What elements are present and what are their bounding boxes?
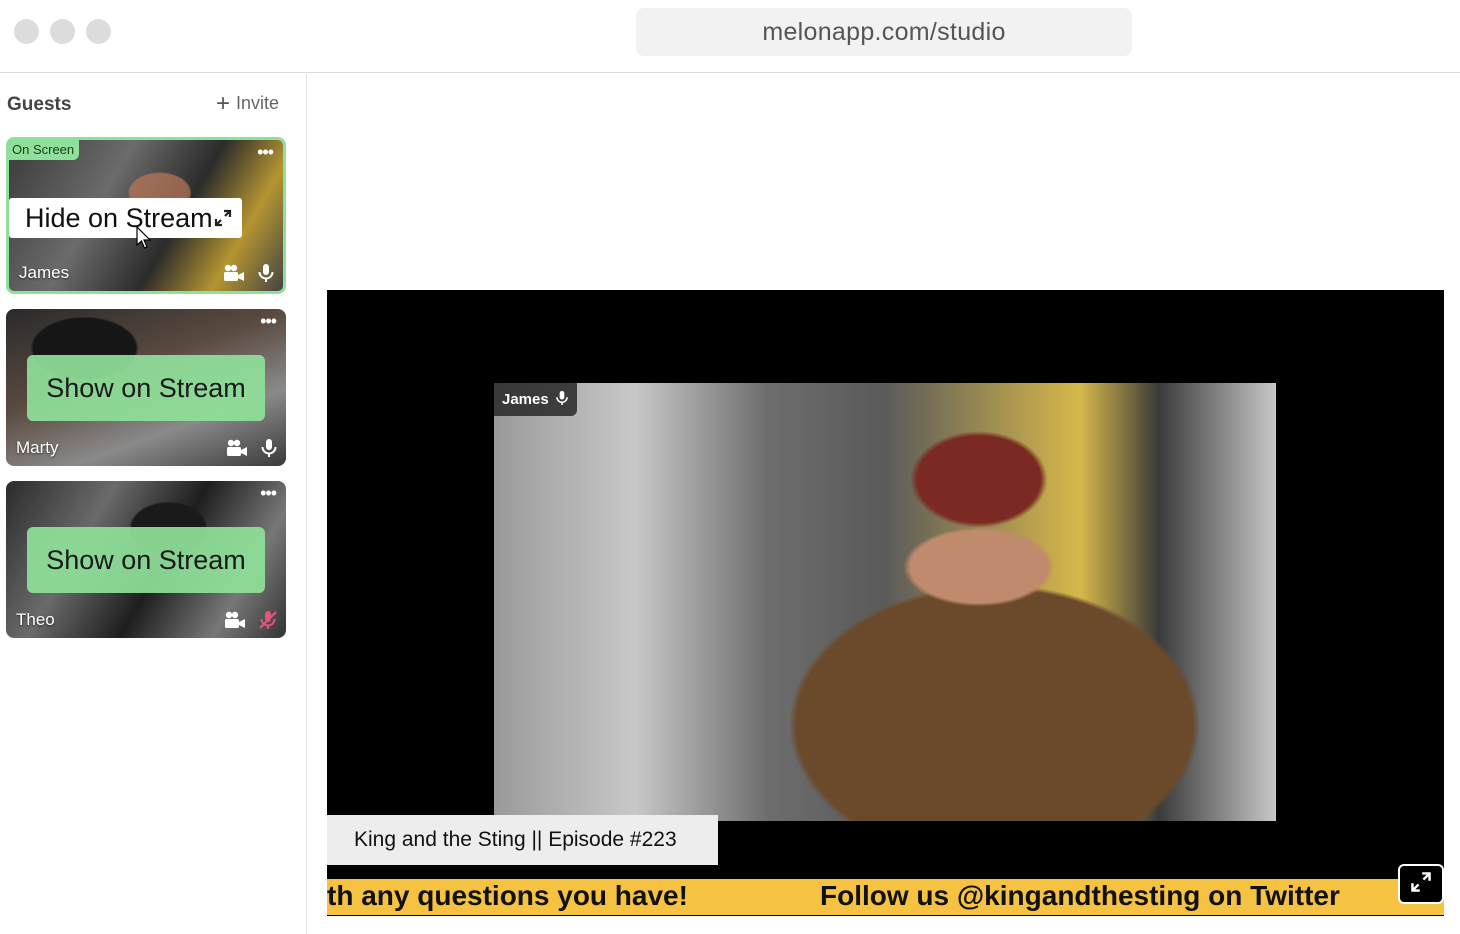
camera-icon[interactable] (226, 439, 248, 457)
invite-button[interactable]: + Invite (216, 89, 280, 117)
lower-third-banner: King and the Sting || Episode #223 (327, 815, 718, 865)
more-options-icon[interactable]: ••• (257, 143, 274, 161)
address-bar[interactable]: melonapp.com/studio (636, 8, 1132, 56)
hide-on-stream-button[interactable]: Hide on Stream (9, 198, 242, 238)
more-options-icon[interactable]: ••• (260, 484, 277, 502)
fullscreen-button[interactable] (1398, 864, 1444, 904)
guests-sidebar: Guests + Invite On Screen ••• Hide on St… (0, 74, 307, 934)
guest-name: James (19, 263, 70, 282)
guest-card-james[interactable]: On Screen ••• Hide on Stream James (6, 137, 286, 294)
plus-icon: + (216, 89, 231, 117)
ticker-bar: th any questions you have! Follow us @ki… (327, 879, 1444, 915)
microphone-muted-icon[interactable] (258, 610, 278, 630)
guest-name: Marty (16, 438, 59, 457)
guest-name: Theo (16, 610, 55, 629)
show-on-stream-button[interactable]: Show on Stream (27, 527, 265, 593)
on-stream-video: James (494, 383, 1276, 821)
microphone-icon[interactable] (257, 263, 275, 283)
more-options-icon[interactable]: ••• (260, 312, 277, 330)
expand-icon (1410, 871, 1432, 898)
on-screen-badge: On Screen (9, 140, 80, 160)
guest-card-theo[interactable]: ••• Show on Stream Theo (6, 481, 286, 638)
microphone-icon (555, 389, 569, 411)
expand-icon[interactable] (211, 206, 235, 230)
camera-icon[interactable] (223, 264, 245, 282)
stream-stage: James King and the Sting || Episode #223… (327, 290, 1444, 916)
mouse-cursor-icon (136, 225, 152, 255)
ticker-message: Follow us @kingandthesting on Twitter (820, 880, 1340, 911)
guest-card-marty[interactable]: ••• Show on Stream Marty (6, 309, 286, 466)
window-minimize-button[interactable] (50, 19, 75, 44)
window-maximize-button[interactable] (86, 19, 111, 44)
guests-title: Guests (7, 94, 72, 115)
microphone-icon[interactable] (260, 438, 278, 458)
browser-chrome: melonapp.com/studio (0, 0, 1460, 73)
show-on-stream-button[interactable]: Show on Stream (27, 355, 265, 421)
video-name-label: James (502, 391, 549, 408)
ticker-message: th any questions you have! (327, 880, 688, 911)
window-close-button[interactable] (14, 19, 39, 44)
camera-icon[interactable] (224, 611, 246, 629)
video-name-tag: James (494, 383, 577, 416)
invite-label: Invite (236, 93, 280, 113)
